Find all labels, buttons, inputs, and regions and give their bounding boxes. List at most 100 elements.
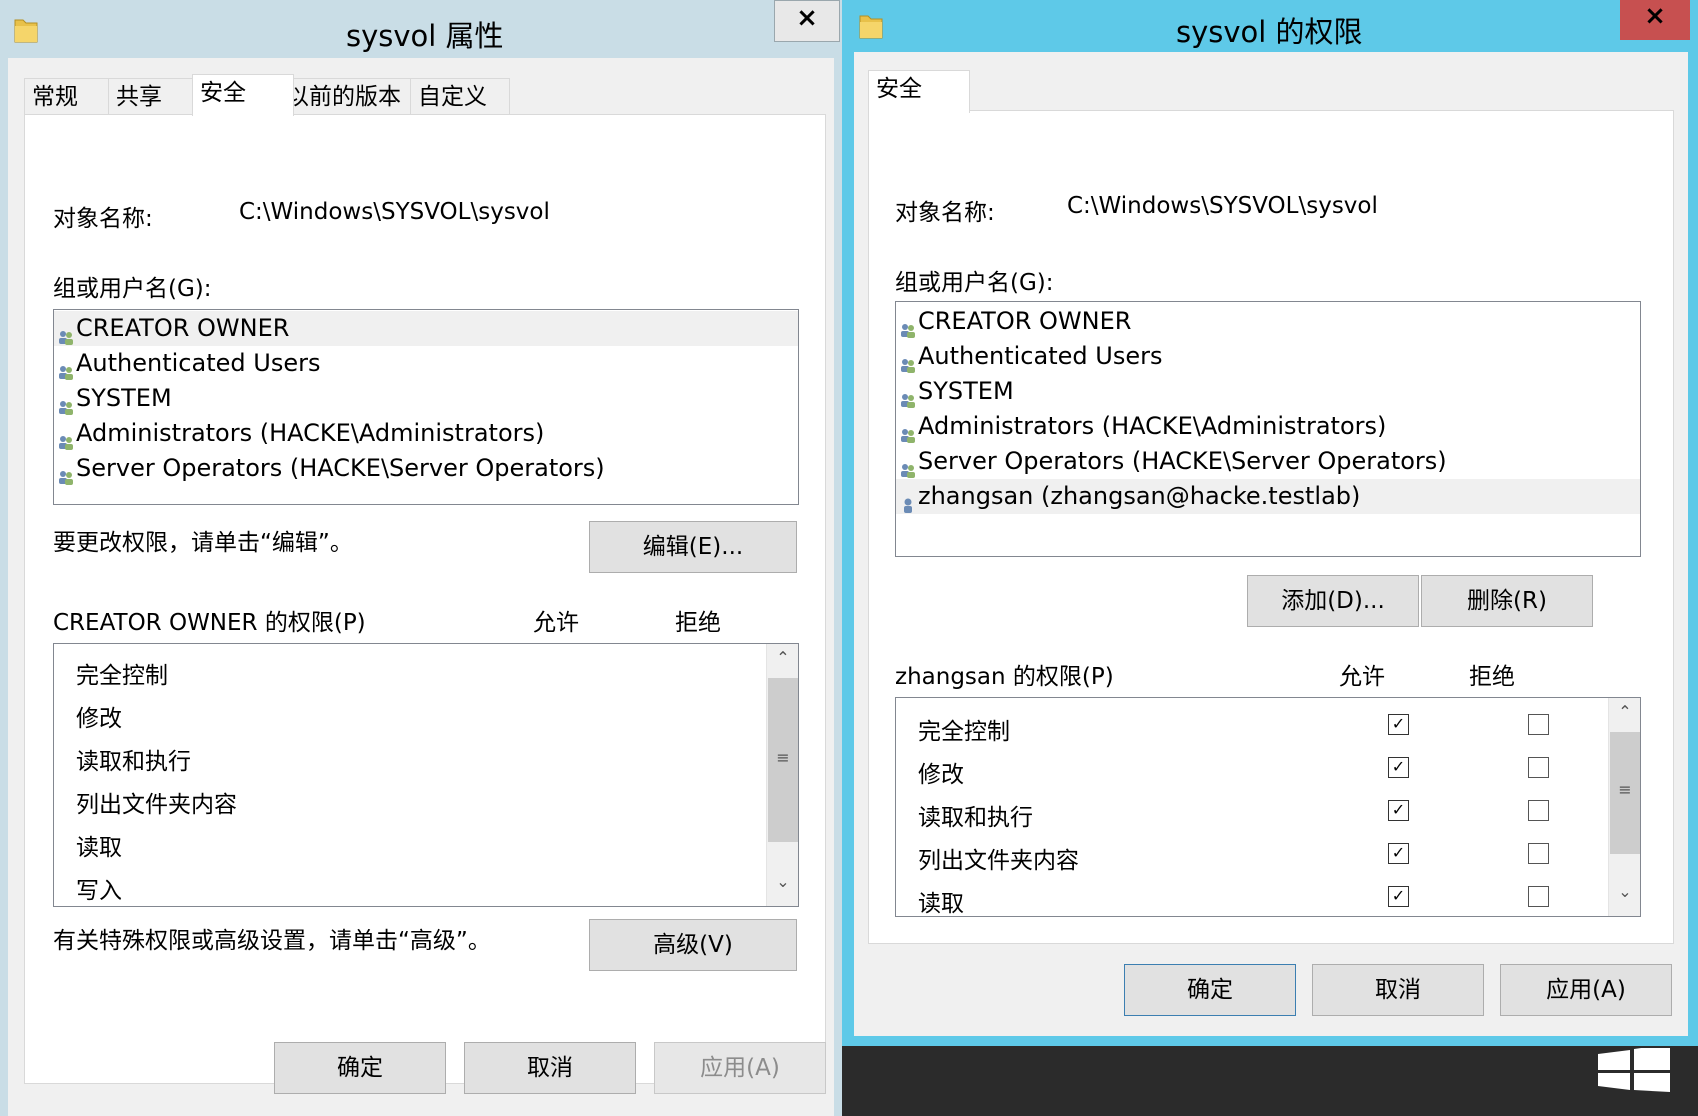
user-name: Authenticated Users — [76, 349, 321, 377]
deny-header: 拒绝 — [675, 610, 721, 636]
permission-modify: 修改 — [76, 706, 122, 732]
user-list[interactable]: CREATOR OWNER Authenticated Users SYSTEM… — [53, 309, 799, 505]
permissions-scrollbar[interactable]: ⌃ ≡ ⌄ — [1608, 698, 1640, 916]
list-item[interactable]: Administrators (HACKE\Administrators) — [896, 409, 1640, 444]
group-icon — [58, 390, 74, 415]
ok-button[interactable]: 确定 — [274, 1042, 446, 1094]
allow-header: 允许 — [533, 610, 579, 636]
group-icon — [900, 453, 916, 478]
group-icon — [58, 355, 74, 380]
allow-header: 允许 — [1339, 664, 1385, 690]
deny-checkbox-full-control[interactable] — [1528, 714, 1549, 735]
apply-button[interactable]: 应用(A) — [1500, 964, 1672, 1016]
permissions-header: zhangsan 的权限(P) — [895, 664, 1114, 690]
permissions-header: CREATOR OWNER 的权限(P) — [53, 610, 366, 636]
permission-full-control: 完全控制 — [76, 663, 168, 689]
left-title-bar[interactable]: sysvol 属性 × — [0, 0, 842, 58]
user-name: zhangsan (zhangsan@hacke.testlab) — [918, 482, 1361, 510]
list-item[interactable]: zhangsan (zhangsan@hacke.testlab) — [896, 479, 1640, 514]
tab-previous-versions[interactable]: 以前的版本 — [278, 78, 426, 115]
permissions-list[interactable]: 完全控制 修改 读取和执行 列出文件夹内容 读取 写入 ⌃ ≡ ⌄ — [53, 643, 799, 907]
add-button[interactable]: 添加(D)... — [1247, 575, 1419, 627]
list-item[interactable]: Server Operators (HACKE\Server Operators… — [896, 444, 1640, 479]
scroll-grip-icon: ≡ — [776, 748, 790, 767]
list-item[interactable]: CREATOR OWNER — [54, 311, 798, 346]
group-icon — [900, 313, 916, 338]
scroll-down-arrow[interactable]: ⌄ — [1609, 882, 1640, 901]
group-icon — [58, 320, 74, 345]
permissions-list[interactable]: 完全控制 ✓ 修改 ✓ 读取和执行 ✓ 列出文件夹内容 ✓ 读取 ✓ ⌃ ≡ ⌄ — [895, 697, 1641, 917]
list-item[interactable]: Server Operators (HACKE\Server Operators… — [54, 451, 798, 486]
user-icon — [900, 488, 916, 513]
folder-icon — [13, 16, 39, 48]
advanced-button[interactable]: 高级(V) — [589, 919, 797, 971]
cancel-button[interactable]: 取消 — [1312, 964, 1484, 1016]
close-button[interactable]: × — [774, 0, 840, 42]
folder-icon — [858, 12, 884, 44]
list-item[interactable]: Administrators (HACKE\Administrators) — [54, 416, 798, 451]
security-tab-page: 对象名称: C:\Windows\SYSVOL\sysvol 组或用户名(G):… — [868, 110, 1674, 944]
close-icon: × — [1644, 1, 1666, 31]
edit-button[interactable]: 编辑(E)... — [589, 521, 797, 573]
list-item[interactable]: Authenticated Users — [896, 339, 1640, 374]
group-icon — [900, 348, 916, 373]
remove-button[interactable]: 删除(R) — [1421, 575, 1593, 627]
scroll-up-arrow[interactable]: ⌃ — [767, 648, 798, 667]
object-name-label: 对象名称: — [895, 200, 995, 226]
deny-checkbox-list-folder[interactable] — [1528, 843, 1549, 864]
permission-read: 读取 — [76, 835, 122, 861]
allow-checkbox-read[interactable]: ✓ — [1388, 886, 1409, 907]
security-tab-page: 对象名称: C:\Windows\SYSVOL\sysvol 组或用户名(G):… — [24, 114, 826, 1084]
permission-list-folder: 列出文件夹内容 — [918, 848, 1079, 874]
user-name: Administrators (HACKE\Administrators) — [76, 419, 545, 447]
close-button[interactable]: × — [1620, 0, 1690, 40]
allow-checkbox-modify[interactable]: ✓ — [1388, 757, 1409, 778]
ok-button[interactable]: 确定 — [1124, 964, 1296, 1016]
permission-list-folder: 列出文件夹内容 — [76, 792, 237, 818]
right-title-bar[interactable]: sysvol 的权限 × — [842, 0, 1698, 52]
scroll-grip-icon: ≡ — [1618, 780, 1632, 799]
list-item[interactable]: CREATOR OWNER — [896, 304, 1640, 339]
allow-checkbox-read-execute[interactable]: ✓ — [1388, 800, 1409, 821]
allow-checkbox-full-control[interactable]: ✓ — [1388, 714, 1409, 735]
user-name: SYSTEM — [76, 384, 172, 412]
windows-logo-icon[interactable] — [1596, 1044, 1672, 1092]
advanced-hint: 有关特殊权限或高级设置，请单击“高级”。 — [53, 928, 491, 954]
tab-security[interactable]: 安全 — [868, 70, 970, 113]
allow-checkbox-list-folder[interactable]: ✓ — [1388, 843, 1409, 864]
window-title: sysvol 的权限 — [1176, 15, 1363, 49]
deny-checkbox-modify[interactable] — [1528, 757, 1549, 778]
tab-customize[interactable]: 自定义 — [410, 78, 510, 115]
user-name: Administrators (HACKE\Administrators) — [918, 412, 1387, 440]
deny-checkbox-read[interactable] — [1528, 886, 1549, 907]
right-client: 安全 对象名称: C:\Windows\SYSVOL\sysvol 组或用户名(… — [854, 52, 1688, 1036]
tab-security[interactable]: 安全 — [192, 74, 294, 116]
permission-read-execute: 读取和执行 — [76, 749, 191, 775]
close-icon: × — [796, 3, 818, 33]
user-name: Authenticated Users — [918, 342, 1163, 370]
permissions-scrollbar[interactable]: ⌃ ≡ ⌄ — [766, 644, 798, 906]
edit-hint: 要更改权限，请单击“编辑”。 — [53, 530, 353, 556]
deny-checkbox-read-execute[interactable] — [1528, 800, 1549, 821]
deny-header: 拒绝 — [1469, 664, 1515, 690]
apply-button[interactable]: 应用(A) — [654, 1042, 826, 1094]
list-item[interactable]: SYSTEM — [54, 381, 798, 416]
object-name-value: C:\Windows\SYSVOL\sysvol — [1067, 193, 1378, 219]
permission-write: 写入 — [76, 878, 122, 904]
group-label: 组或用户名(G): — [53, 276, 212, 302]
cancel-button[interactable]: 取消 — [464, 1042, 636, 1094]
list-item[interactable]: Authenticated Users — [54, 346, 798, 381]
tab-strip: 常规 共享 安全 以前的版本 自定义 — [24, 74, 824, 118]
group-icon — [58, 460, 74, 485]
scroll-thumb[interactable]: ≡ — [768, 678, 798, 842]
user-list[interactable]: CREATOR OWNER Authenticated Users SYSTEM… — [895, 301, 1641, 557]
scroll-up-arrow[interactable]: ⌃ — [1609, 702, 1640, 721]
permission-modify: 修改 — [918, 762, 964, 788]
scroll-thumb[interactable]: ≡ — [1610, 732, 1640, 854]
user-name: CREATOR OWNER — [918, 307, 1132, 335]
list-item[interactable]: SYSTEM — [896, 374, 1640, 409]
scroll-down-arrow[interactable]: ⌄ — [767, 872, 798, 891]
left-window: sysvol 属性 × 常规 共享 安全 以前的版本 自定义 对象名称: C:\… — [0, 0, 842, 1116]
object-name-value: C:\Windows\SYSVOL\sysvol — [239, 199, 550, 225]
permission-read-execute: 读取和执行 — [918, 805, 1033, 831]
